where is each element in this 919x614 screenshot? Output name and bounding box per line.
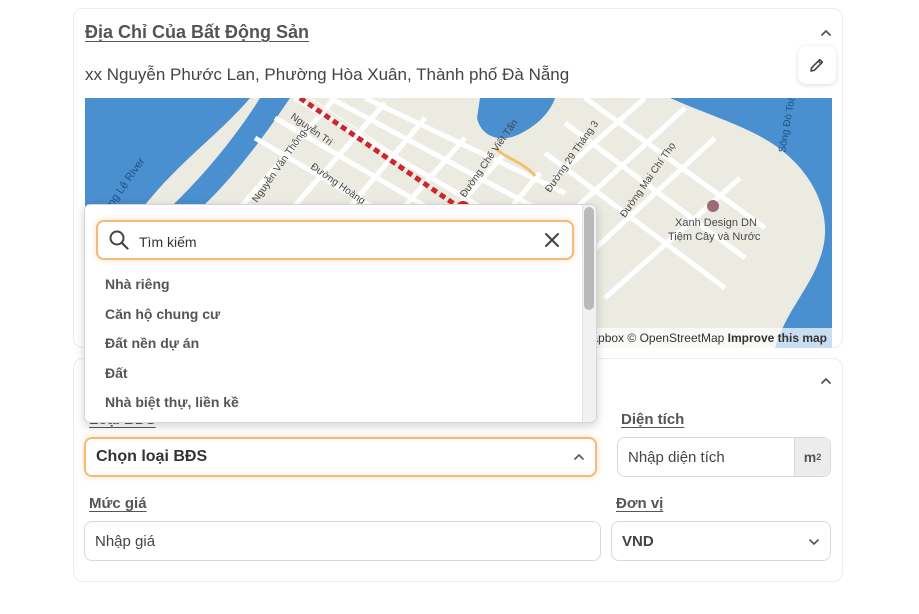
currency-select[interactable]: VND <box>611 521 831 561</box>
poi-name-label: Xanh Design DN <box>675 217 757 229</box>
property-type-value: Chọn loại BĐS <box>96 448 208 465</box>
area-unit-sup: 2 <box>816 452 822 462</box>
area-unit: m2 <box>794 438 830 476</box>
price-input[interactable]: Nhập giá <box>84 521 601 561</box>
map-attribution: © Mapbox © OpenStreetMap Improve this ma… <box>563 328 832 348</box>
address-section-title: Địa Chỉ Của Bất Động Sản <box>85 22 310 42</box>
chevron-up-icon[interactable] <box>819 374 833 388</box>
dropdown-option[interactable]: Căn hộ chung cư <box>105 306 220 322</box>
chevron-up-icon <box>574 454 584 460</box>
area-unit-text: m <box>803 449 817 465</box>
dropdown-option[interactable]: Đất <box>105 365 128 381</box>
dropdown-option[interactable]: Đất nền dự án <box>105 335 199 351</box>
close-icon[interactable] <box>544 232 560 248</box>
price-placeholder: Nhập giá <box>95 532 156 550</box>
property-type-dropdown: Tìm kiếm Nhà riêng Căn hộ chung cư Đất n… <box>84 204 597 423</box>
area-placeholder: Nhập diện tích <box>628 448 725 466</box>
dropdown-search-placeholder: Tìm kiếm <box>139 234 197 250</box>
address-text: xx Nguyễn Phước Lan, Phường Hòa Xuân, Th… <box>85 65 570 84</box>
dropdown-option[interactable]: Nhà biệt thự, liền kề <box>105 394 239 410</box>
dropdown-scrollbar[interactable] <box>582 205 596 422</box>
area-input[interactable]: Nhập diện tích m2 <box>617 437 831 477</box>
dropdown-search-input[interactable]: Tìm kiếm <box>96 220 574 260</box>
chevron-down-icon <box>809 539 819 545</box>
dropdown-option[interactable]: Nhà riêng <box>105 276 170 292</box>
edit-address-button[interactable] <box>798 46 836 84</box>
area-label: Diện tích <box>621 411 685 428</box>
property-type-select[interactable]: Chọn loại BĐS <box>84 437 597 477</box>
scrollbar-thumb[interactable] <box>584 207 594 310</box>
currency-value: VND <box>622 532 654 550</box>
chevron-up-icon[interactable] <box>819 26 833 40</box>
currency-label: Đơn vị <box>616 495 664 512</box>
poi-subtitle-label: Tiệm Cây và Nước <box>668 231 761 243</box>
improve-map-link[interactable]: Improve this map <box>728 331 827 345</box>
search-icon <box>109 230 129 250</box>
pencil-icon <box>810 58 824 72</box>
osm-attribution[interactable]: © OpenStreetMap <box>627 331 724 345</box>
price-label: Mức giá <box>89 495 147 512</box>
